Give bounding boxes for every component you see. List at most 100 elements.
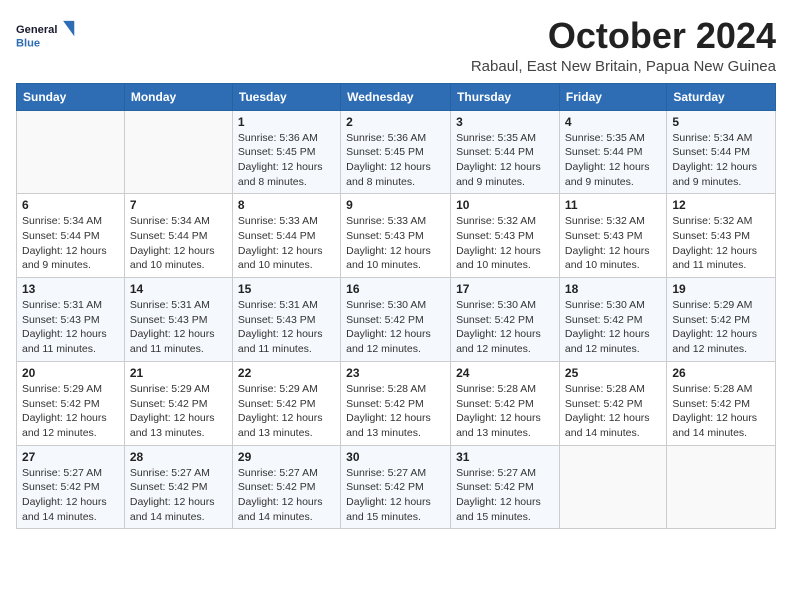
calendar-cell: 8Sunrise: 5:33 AMSunset: 5:44 PMDaylight… <box>232 194 340 278</box>
weekday-header-wednesday: Wednesday <box>341 83 451 110</box>
day-detail: Sunrise: 5:29 AMSunset: 5:42 PMDaylight:… <box>238 382 335 441</box>
weekday-header-row: SundayMondayTuesdayWednesdayThursdayFrid… <box>17 83 776 110</box>
day-detail: Sunrise: 5:31 AMSunset: 5:43 PMDaylight:… <box>238 298 335 357</box>
day-number: 21 <box>130 366 227 380</box>
day-detail: Sunrise: 5:29 AMSunset: 5:42 PMDaylight:… <box>672 298 770 357</box>
calendar: SundayMondayTuesdayWednesdayThursdayFrid… <box>16 83 776 530</box>
day-number: 13 <box>22 282 119 296</box>
day-number: 8 <box>238 198 335 212</box>
day-number: 26 <box>672 366 770 380</box>
title-block: October 2024 Rabaul, East New Britain, P… <box>471 16 776 75</box>
weekday-header-monday: Monday <box>124 83 232 110</box>
calendar-cell: 6Sunrise: 5:34 AMSunset: 5:44 PMDaylight… <box>17 194 125 278</box>
calendar-cell: 17 Sunrise: 5:30 AMSunset: 5:42 PMDayligh… <box>451 278 560 362</box>
day-detail: Sunrise: 5:36 AMSunset: 5:45 PMDaylight:… <box>346 131 445 190</box>
day-detail: Sunrise: 5:34 AMSunset: 5:44 PMDaylight:… <box>130 214 227 273</box>
svg-text:General: General <box>16 24 57 36</box>
day-detail: Sunrise: 5:32 AMSunset: 5:43 PMDaylight:… <box>456 214 554 273</box>
day-number: 30 <box>346 450 445 464</box>
day-number: 14 <box>130 282 227 296</box>
day-detail: Sunrise: 5:29 AMSunset: 5:42 PMDaylight:… <box>22 382 119 441</box>
calendar-week-2: 6Sunrise: 5:34 AMSunset: 5:44 PMDaylight… <box>17 194 776 278</box>
calendar-week-1: 1 Sunrise: 5:36 AMSunset: 5:45 PMDaylight… <box>17 110 776 194</box>
day-number: 18 <box>565 282 661 296</box>
logo: General Blue <box>16 16 76 60</box>
calendar-cell <box>124 110 232 194</box>
calendar-cell <box>17 110 125 194</box>
svg-text:Blue: Blue <box>16 38 40 50</box>
day-detail: Sunrise: 5:30 AMSunset: 5:42 PMDaylight:… <box>456 298 554 357</box>
calendar-cell: 4Sunrise: 5:35 AMSunset: 5:44 PMDaylight… <box>559 110 666 194</box>
subtitle: Rabaul, East New Britain, Papua New Guin… <box>471 58 776 75</box>
day-number: 5 <box>672 115 770 129</box>
day-detail: Sunrise: 5:36 AMSunset: 5:45 PMDaylight:… <box>238 131 335 190</box>
day-number: 1 <box>238 115 335 129</box>
day-detail: Sunrise: 5:32 AMSunset: 5:43 PMDaylight:… <box>565 214 661 273</box>
calendar-cell: 23 Sunrise: 5:28 AMSunset: 5:42 PMDayligh… <box>341 361 451 445</box>
day-detail: Sunrise: 5:32 AMSunset: 5:43 PMDaylight:… <box>672 214 770 273</box>
calendar-cell <box>559 445 666 529</box>
calendar-body: 1 Sunrise: 5:36 AMSunset: 5:45 PMDaylight… <box>17 110 776 529</box>
day-number: 29 <box>238 450 335 464</box>
day-number: 19 <box>672 282 770 296</box>
calendar-cell: 25 Sunrise: 5:28 AMSunset: 5:42 PMDayligh… <box>559 361 666 445</box>
weekday-header-tuesday: Tuesday <box>232 83 340 110</box>
weekday-header-friday: Friday <box>559 83 666 110</box>
logo-svg: General Blue <box>16 16 76 60</box>
weekday-header-saturday: Saturday <box>667 83 776 110</box>
day-detail: Sunrise: 5:30 AMSunset: 5:42 PMDaylight:… <box>346 298 445 357</box>
day-detail: Sunrise: 5:27 AMSunset: 5:42 PMDaylight:… <box>346 466 445 525</box>
calendar-week-4: 20Sunrise: 5:29 AMSunset: 5:42 PMDayligh… <box>17 361 776 445</box>
day-number: 16 <box>346 282 445 296</box>
calendar-cell: 11Sunrise: 5:32 AMSunset: 5:43 PMDayligh… <box>559 194 666 278</box>
day-number: 28 <box>130 450 227 464</box>
day-detail: Sunrise: 5:29 AMSunset: 5:42 PMDaylight:… <box>130 382 227 441</box>
calendar-cell: 28 Sunrise: 5:27 AMSunset: 5:42 PMDayligh… <box>124 445 232 529</box>
day-detail: Sunrise: 5:28 AMSunset: 5:42 PMDaylight:… <box>565 382 661 441</box>
calendar-cell: 16 Sunrise: 5:30 AMSunset: 5:42 PMDayligh… <box>341 278 451 362</box>
month-title: October 2024 <box>471 16 776 56</box>
day-detail: Sunrise: 5:35 AMSunset: 5:44 PMDaylight:… <box>565 131 661 190</box>
day-detail: Sunrise: 5:28 AMSunset: 5:42 PMDaylight:… <box>672 382 770 441</box>
page-header: General Blue October 2024 Rabaul, East N… <box>16 16 776 75</box>
day-number: 10 <box>456 198 554 212</box>
day-number: 12 <box>672 198 770 212</box>
calendar-cell: 22Sunrise: 5:29 AMSunset: 5:42 PMDayligh… <box>232 361 340 445</box>
calendar-cell: 14Sunrise: 5:31 AMSunset: 5:43 PMDayligh… <box>124 278 232 362</box>
day-detail: Sunrise: 5:34 AMSunset: 5:44 PMDaylight:… <box>22 214 119 273</box>
calendar-week-5: 27 Sunrise: 5:27 AMSunset: 5:42 PMDayligh… <box>17 445 776 529</box>
calendar-cell: 26 Sunrise: 5:28 AMSunset: 5:42 PMDayligh… <box>667 361 776 445</box>
day-number: 27 <box>22 450 119 464</box>
calendar-cell: 9 Sunrise: 5:33 AMSunset: 5:43 PMDaylight… <box>341 194 451 278</box>
calendar-cell: 12 Sunrise: 5:32 AMSunset: 5:43 PMDayligh… <box>667 194 776 278</box>
calendar-cell: 27Sunrise: 5:27 AMSunset: 5:42 PMDayligh… <box>17 445 125 529</box>
day-detail: Sunrise: 5:31 AMSunset: 5:43 PMDaylight:… <box>22 298 119 357</box>
day-number: 25 <box>565 366 661 380</box>
calendar-cell: 10 Sunrise: 5:32 AMSunset: 5:43 PMDayligh… <box>451 194 560 278</box>
day-number: 24 <box>456 366 554 380</box>
calendar-cell: 29 Sunrise: 5:27 AMSunset: 5:42 PMDayligh… <box>232 445 340 529</box>
day-number: 17 <box>456 282 554 296</box>
day-detail: Sunrise: 5:27 AMSunset: 5:42 PMDaylight:… <box>238 466 335 525</box>
day-number: 9 <box>346 198 445 212</box>
day-detail: Sunrise: 5:27 AMSunset: 5:42 PMDaylight:… <box>456 466 554 525</box>
day-detail: Sunrise: 5:28 AMSunset: 5:42 PMDaylight:… <box>456 382 554 441</box>
calendar-cell: 21 Sunrise: 5:29 AMSunset: 5:42 PMDayligh… <box>124 361 232 445</box>
day-number: 15 <box>238 282 335 296</box>
weekday-header-thursday: Thursday <box>451 83 560 110</box>
calendar-cell: 3Sunrise: 5:35 AMSunset: 5:44 PMDaylight… <box>451 110 560 194</box>
calendar-cell: 15 Sunrise: 5:31 AMSunset: 5:43 PMDayligh… <box>232 278 340 362</box>
calendar-cell: 1 Sunrise: 5:36 AMSunset: 5:45 PMDaylight… <box>232 110 340 194</box>
day-detail: Sunrise: 5:27 AMSunset: 5:42 PMDaylight:… <box>130 466 227 525</box>
day-detail: Sunrise: 5:34 AMSunset: 5:44 PMDaylight:… <box>672 131 770 190</box>
calendar-cell <box>667 445 776 529</box>
day-number: 3 <box>456 115 554 129</box>
calendar-cell: 18Sunrise: 5:30 AMSunset: 5:42 PMDayligh… <box>559 278 666 362</box>
day-detail: Sunrise: 5:28 AMSunset: 5:42 PMDaylight:… <box>346 382 445 441</box>
calendar-week-3: 13 Sunrise: 5:31 AMSunset: 5:43 PMDayligh… <box>17 278 776 362</box>
calendar-cell: 5 Sunrise: 5:34 AMSunset: 5:44 PMDaylight… <box>667 110 776 194</box>
day-number: 23 <box>346 366 445 380</box>
calendar-cell: 13 Sunrise: 5:31 AMSunset: 5:43 PMDayligh… <box>17 278 125 362</box>
day-detail: Sunrise: 5:33 AMSunset: 5:43 PMDaylight:… <box>346 214 445 273</box>
calendar-cell: 30 Sunrise: 5:27 AMSunset: 5:42 PMDayligh… <box>341 445 451 529</box>
